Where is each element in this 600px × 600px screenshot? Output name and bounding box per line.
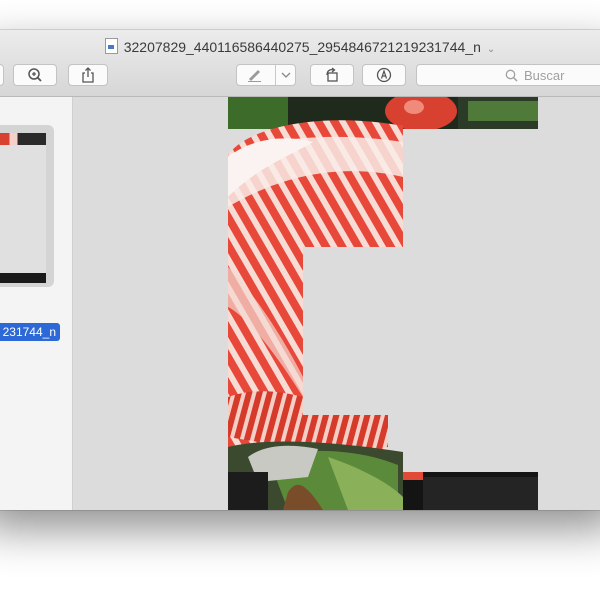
annotate-button[interactable] (362, 64, 406, 86)
flower-photo (228, 97, 538, 510)
preview-window: 32207829_440116586440275_295484672121923… (0, 30, 600, 510)
document-view (73, 97, 600, 510)
markup-button[interactable] (236, 64, 296, 86)
thumbnail-sidebar: 231744_n (0, 97, 73, 510)
title-chevron-icon[interactable]: ⌄ (487, 44, 495, 55)
window-title-text: 32207829_440116586440275_295484672121923… (123, 39, 481, 55)
zoom-in-button[interactable] (13, 64, 57, 86)
thumbnail-label[interactable]: 231744_n (0, 323, 60, 341)
sidebar-toggle-button[interactable] (0, 64, 4, 86)
pen-icon (248, 70, 261, 82)
share-button[interactable] (68, 64, 108, 86)
page-thumbnail[interactable] (0, 133, 46, 283)
displayed-image (228, 97, 538, 510)
rotate-icon (326, 67, 338, 82)
share-icon (82, 67, 94, 83)
search-icon (505, 69, 518, 82)
window-title[interactable]: 32207829_440116586440275_295484672121923… (0, 38, 600, 55)
titlebar: 32207829_440116586440275_295484672121923… (0, 30, 600, 97)
chevron-down-icon[interactable] (281, 72, 291, 79)
search-placeholder: Buscar (524, 67, 565, 83)
document-icon (104, 38, 118, 54)
rotate-button[interactable] (310, 64, 354, 86)
search-field[interactable]: Buscar (416, 64, 600, 86)
annotate-icon (376, 67, 392, 83)
zoom-in-icon (28, 68, 42, 82)
